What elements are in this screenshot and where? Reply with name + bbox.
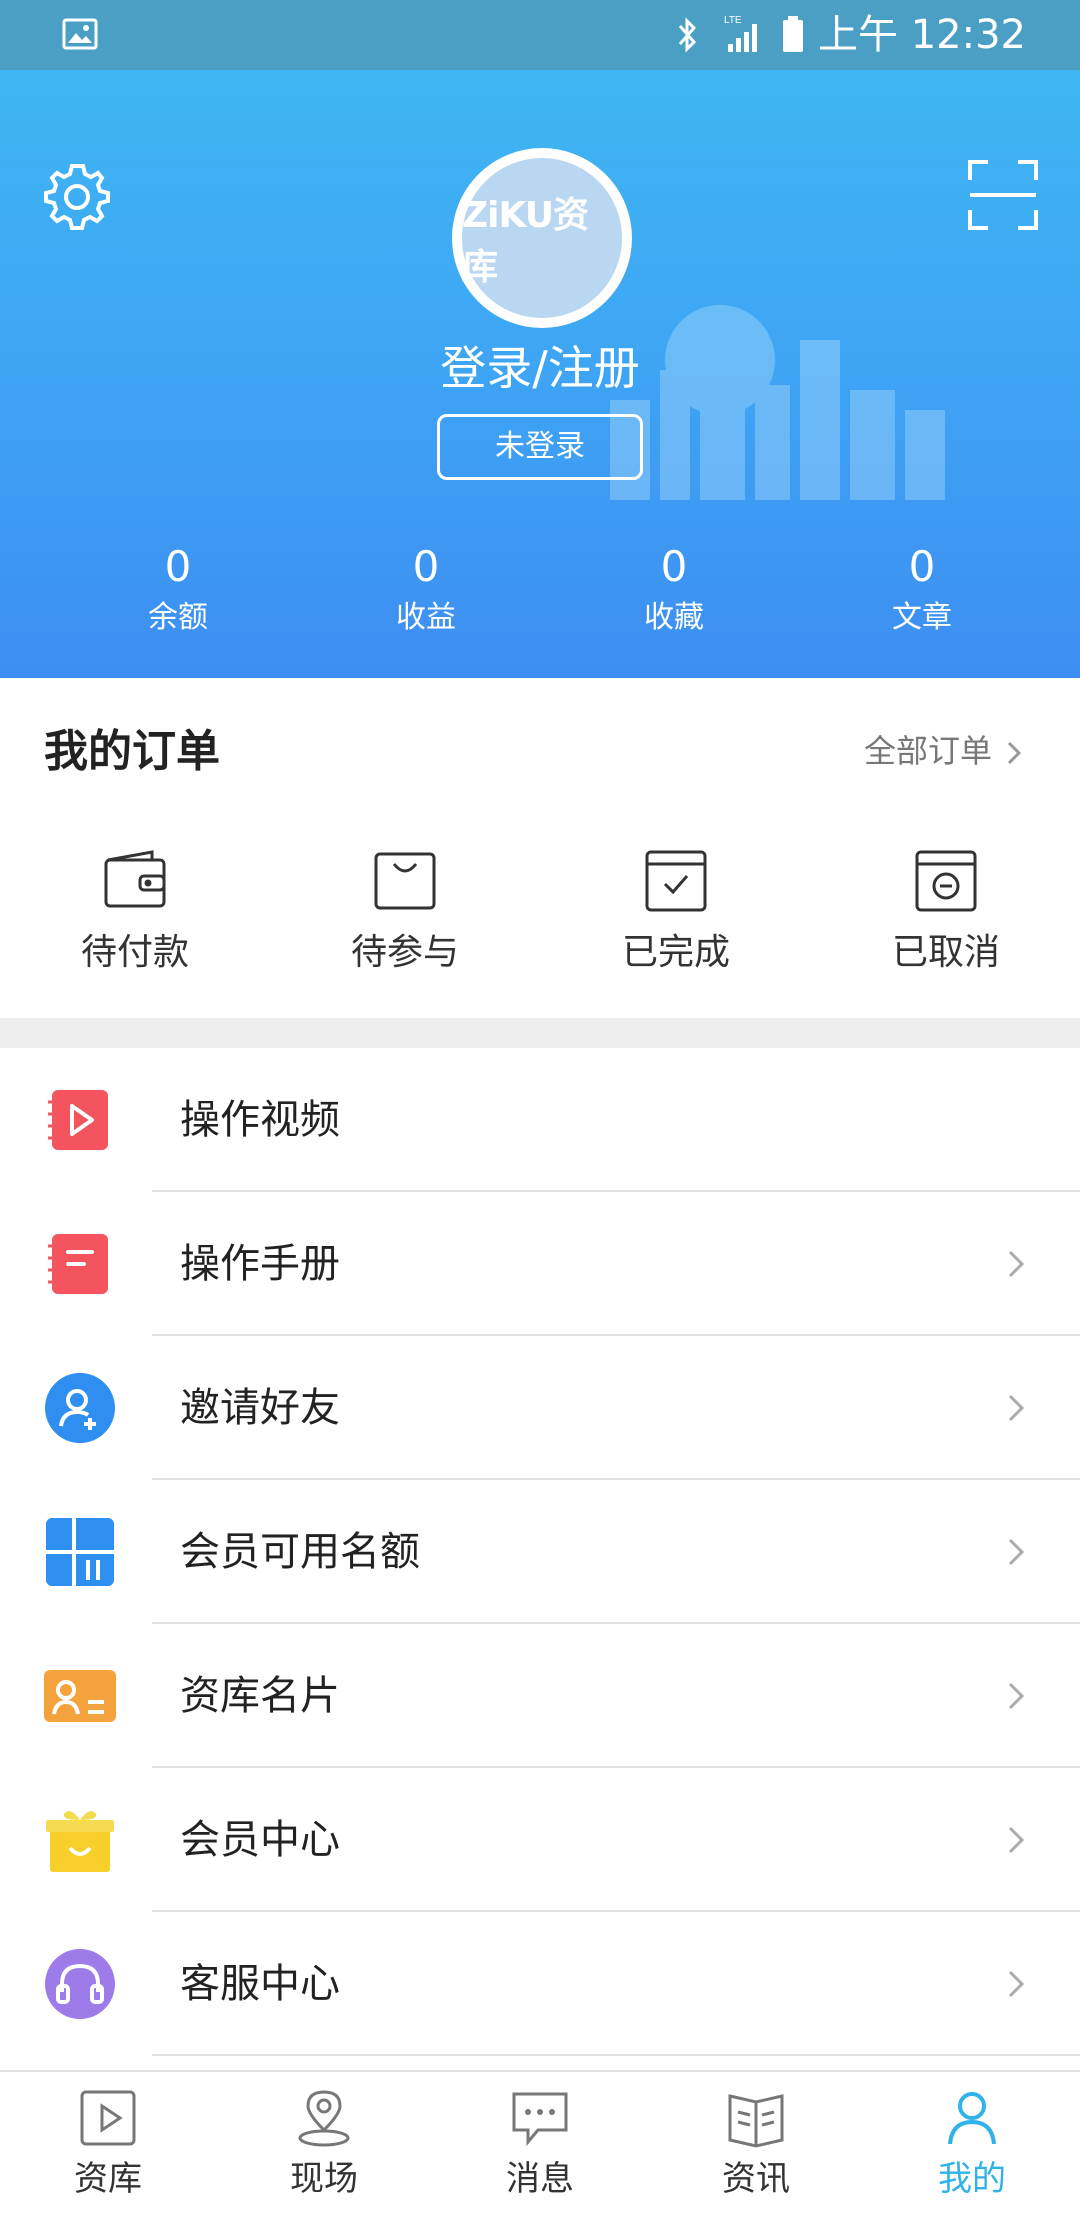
status-bar: LTE 上午 12:32	[0, 0, 1080, 70]
video-icon	[48, 1090, 108, 1150]
person-icon	[948, 2092, 996, 2145]
stats-row: 0 余额 0 收益 0 收藏 0 文章	[0, 540, 1080, 650]
stat-label: 收益	[396, 600, 456, 635]
svg-text:LTE: LTE	[724, 15, 742, 26]
message-icon	[512, 2092, 568, 2147]
cancelled-icon	[915, 850, 977, 912]
menu-item-label: 操作手册	[180, 1241, 340, 1287]
invite-icon	[45, 1373, 115, 1443]
chevron-right-icon	[1008, 1538, 1025, 1566]
status-time: 上午 12:32	[818, 12, 1026, 58]
tab-onsite[interactable]: 现场	[264, 2086, 384, 2204]
tab-label: 资库	[74, 2159, 142, 2199]
divider	[152, 2054, 1080, 2056]
orders-title: 我的订单	[44, 726, 220, 777]
gallery-icon	[62, 18, 98, 50]
menu-list: 操作视频 操作手册 邀请好友 会员可用名额 资库名片 会员中心 客服中心	[0, 1048, 1080, 2056]
all-orders-label: 全部订单	[863, 732, 992, 770]
menu-item-member-quota[interactable]: 会员可用名额	[0, 1480, 1080, 1624]
menu-item-manual[interactable]: 操作手册	[0, 1192, 1080, 1336]
chevron-right-icon	[1008, 1682, 1025, 1710]
stat-value: 0	[908, 542, 936, 591]
menu-item-member-center[interactable]: 会员中心	[0, 1768, 1080, 1912]
quota-icon	[46, 1518, 114, 1586]
menu-item-label: 会员可用名额	[180, 1529, 420, 1575]
chevron-right-icon	[1007, 741, 1022, 765]
section-divider	[0, 1018, 1080, 1048]
tab-label: 资讯	[722, 2159, 790, 2199]
tab-label: 我的	[938, 2159, 1006, 2199]
signal-icon: LTE	[724, 15, 757, 52]
wallet-icon	[104, 850, 166, 908]
tab-ziku[interactable]: 资库	[48, 2086, 168, 2204]
tab-messages[interactable]: 消息	[480, 2086, 600, 2204]
stat-favorites[interactable]: 0 收藏	[528, 540, 798, 650]
stat-label: 余额	[148, 600, 208, 635]
chevron-right-icon	[1008, 1970, 1025, 1998]
card-icon	[44, 1670, 116, 1722]
stat-value: 0	[164, 542, 192, 591]
menu-item-label: 资库名片	[180, 1673, 340, 1719]
menu-item-invite[interactable]: 邀请好友	[0, 1336, 1080, 1480]
menu-item-video[interactable]: 操作视频	[0, 1048, 1080, 1192]
stat-articles[interactable]: 0 文章	[776, 540, 1046, 650]
tab-mine[interactable]: 我的	[912, 2086, 1032, 2204]
order-label: 已完成	[621, 932, 730, 973]
bottom-nav: 资库 现场 消息 资讯 我的	[0, 2070, 1080, 2220]
chevron-right-icon	[1008, 1826, 1025, 1854]
gift-icon	[46, 1811, 114, 1872]
order-label: 待参与	[350, 932, 459, 973]
book-icon	[728, 2094, 784, 2148]
order-completed[interactable]: 已完成	[576, 846, 776, 978]
bluetooth-icon	[678, 17, 697, 53]
order-label: 待付款	[80, 932, 189, 973]
headset-icon	[45, 1949, 115, 2019]
menu-item-label: 会员中心	[180, 1817, 340, 1863]
stat-label: 收藏	[644, 600, 704, 635]
tab-label: 消息	[506, 2159, 574, 2199]
menu-item-label: 客服中心	[180, 1961, 340, 2007]
tab-news[interactable]: 资讯	[696, 2086, 816, 2204]
chevron-right-icon	[1008, 1394, 1025, 1422]
menu-item-customer-service[interactable]: 客服中心	[0, 1912, 1080, 2056]
tab-label: 现场	[290, 2159, 358, 2199]
stat-label: 文章	[892, 600, 952, 635]
stat-value: 0	[412, 542, 440, 591]
manual-icon	[48, 1234, 108, 1294]
menu-item-label: 操作视频	[180, 1097, 340, 1143]
stat-balance[interactable]: 0 余额	[32, 540, 302, 650]
order-pending-payment[interactable]: 待付款	[35, 846, 235, 978]
my-orders-section: 我的订单 全部订单 待付款 待参与 已完成 已取消	[0, 678, 1080, 1018]
completed-icon	[645, 850, 707, 912]
all-orders-link[interactable]: 全部订单	[864, 726, 1028, 776]
bag-icon	[374, 852, 436, 910]
location-icon	[298, 2090, 350, 2147]
order-label: 已取消	[891, 932, 1000, 973]
profile-header: ZiKU资库 登录/注册 未登录 0 余额 0 收益 0 收藏 0 文章	[0, 70, 1080, 678]
play-icon	[80, 2090, 136, 2146]
login-register-link[interactable]: 登录/注册	[0, 338, 1080, 398]
stat-earnings[interactable]: 0 收益	[280, 540, 550, 650]
scan-icon[interactable]	[966, 158, 1040, 232]
gear-icon[interactable]	[38, 158, 116, 236]
order-pending-join[interactable]: 待参与	[305, 846, 505, 978]
stat-value: 0	[660, 542, 688, 591]
battery-icon	[783, 16, 803, 52]
avatar[interactable]: ZiKU资库	[452, 148, 632, 328]
menu-item-label: 邀请好友	[180, 1385, 340, 1431]
chevron-right-icon	[1008, 1250, 1025, 1278]
avatar-logo-text: ZiKU资库	[462, 195, 589, 288]
menu-item-business-card[interactable]: 资库名片	[0, 1624, 1080, 1768]
login-status-badge[interactable]: 未登录	[437, 414, 643, 480]
order-cancelled[interactable]: 已取消	[846, 846, 1046, 978]
